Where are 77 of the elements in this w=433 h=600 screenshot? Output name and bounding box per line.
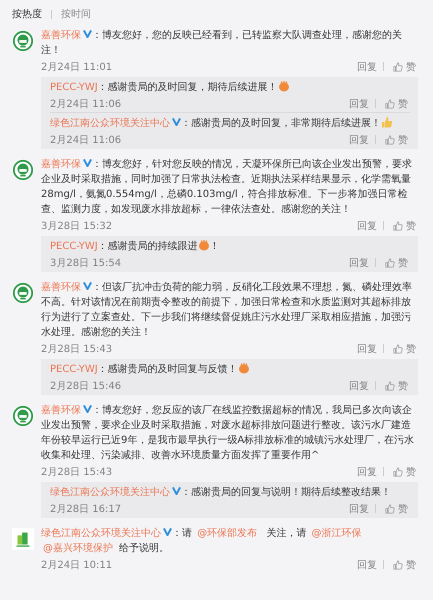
comment-time: 3月28日 15:32 [41,220,112,232]
reply-link[interactable]: 回复 [349,502,369,516]
reply-time: 2月24日 11:06 [50,134,122,146]
reply-link[interactable]: 回复 [357,464,377,478]
reply-link[interactable]: 回复 [349,378,369,392]
thumbs-up-icon[interactable] [393,220,403,230]
like-link[interactable]: 赞 [398,502,408,516]
comment-text: 嘉善环保 ：博友您好，您反应的该厂在线监控数据超标的情况，我局已多次向该企业发出预警，要求企业及时采取措施，对废水超标排放问题进行整改。该污水厂建造年份较早运行已近9年，是我市最早执行一级A标排放标准的城镇污水处理厂，在污水收集和处理、污染减排、改善水环境质量方面发挥了重要作用^ [41,403,416,463]
reply-link[interactable]: 回复 [349,256,369,270]
avatar-icon[interactable] [12,282,34,304]
thumbs-up-icon[interactable] [385,380,395,390]
like-link[interactable]: 赞 [406,558,416,572]
reply-link[interactable]: 回复 [357,558,377,572]
author-link[interactable]: 嘉善环保 [41,159,81,170]
reply-link[interactable]: 回复 [357,342,377,356]
like-link[interactable]: 赞 [398,378,408,392]
author-link[interactable]: 绿色江南公众环境关注中心 [50,487,170,498]
reply-time: 3月28日 15:54 [50,256,122,270]
reply-link[interactable]: 回复 [357,218,377,232]
thumbs-up-icon[interactable] [385,258,395,268]
verified-icon [172,117,181,126]
thumbs-up-icon[interactable] [393,560,403,570]
mention-link[interactable]: @嘉兴环境保护 [43,543,113,554]
verified-icon [163,527,172,536]
avatar-icon[interactable] [12,30,34,52]
reply-link[interactable]: 回复 [349,96,369,110]
verified-icon [83,404,92,413]
reply-text: PECC-YWJ：感谢贵局的及时回复与反馈！ [50,362,410,377]
author-link[interactable]: 绿色江南公众环境关注中心 [41,528,161,539]
thumbs-up-icon[interactable] [393,62,403,72]
avatar-icon[interactable] [12,405,34,427]
mention-link[interactable]: @浙江环保 [312,528,362,539]
comment-time: 2月24日 11:01 [41,60,112,74]
thumbs-up-icon[interactable] [385,98,395,108]
comment-time: 2月28日 15:43 [41,342,112,356]
like-link[interactable]: 赞 [398,256,408,270]
reply-text: 绿色江南公众环境关注中心 ：感谢贵局的及时回复，非常期待后续进展！ [50,116,410,131]
reply-time: 2月28日 16:17 [50,502,122,516]
author-link[interactable]: PECC-YWJ [50,82,98,93]
comment-text: 绿色江南公众环境关注中心 ：请 @环保部发布 关注，请 @浙江环保 @嘉兴环境保护 给予说明。 [41,526,363,556]
reply-text: PECC-YWJ：感谢贵局的持续跟进 ！ [50,239,221,254]
verified-icon [83,281,92,290]
avatar-icon[interactable] [12,528,34,550]
author-link[interactable]: PECC-YWJ [50,364,98,375]
sort-tab[interactable]: 按热度 [12,7,42,21]
comment-text: 嘉善环保 ：博友您好，针对您反映的情况，天凝环保所已向该企业发出预警，要求企业及时采取措施，同时加强了日常执法检查。近期执法采样结果显示，化学需氧量28mg/l，氨氮0.554mg/l，总磷0.103mg/l，符合排放标准。下一步将加强日常检查、监测力度，如发现废水排放超标，一律依法查处。感谢您的关注！ [41,157,413,217]
like-link[interactable]: 赞 [406,464,416,478]
reply-text: PECC-YWJ：感谢贵局的及时回复，期待后续进展！ [50,80,410,95]
like-link[interactable]: 赞 [406,342,416,356]
verified-icon [83,158,92,167]
author-link[interactable]: 嘉善环保 [41,282,81,293]
author-link[interactable]: 嘉善环保 [41,405,81,416]
author-link[interactable]: 嘉善环保 [41,30,81,41]
avatar-icon[interactable] [12,159,34,181]
like-link[interactable]: 赞 [406,218,416,232]
thumbs-up-icon[interactable] [393,344,403,354]
like-link[interactable]: 赞 [398,132,408,146]
thumbs-up-icon[interactable] [385,134,395,144]
comment-time: 2月28日 15:43 [41,466,112,478]
reply-time: 2月24日 11:06 [50,98,122,110]
verified-icon [172,486,181,495]
comment-text: 嘉善环保 ：博友您好，您的反映已经看到，已转监察大队调查处理，感谢您的关注！ [41,28,403,58]
comment-time: 2月24日 10:11 [41,558,112,572]
author-link[interactable]: 绿色江南公众环境关注中心 [50,118,170,129]
reply-link[interactable]: 回复 [357,60,377,74]
like-link[interactable]: 赞 [406,60,416,74]
mention-link[interactable]: @环保部发布 [197,528,258,539]
verified-icon [83,29,92,38]
author-link[interactable]: PECC-YWJ [50,241,98,252]
thumbs-up-icon[interactable] [385,504,395,514]
thumbs-up-icon[interactable] [393,466,403,476]
reply-text: 绿色江南公众环境关注中心 ：感谢贵局的回复与说明！期待后续整改结果！ [50,485,392,500]
reply-link[interactable]: 回复 [349,132,369,146]
comment-text: 嘉善环保 ：但该厂抗冲击负荷的能力弱，反硝化工段效果不理想，氮、磷处理效率不高。针对该情况在前期责令整改的前提下，加强日常检查和水质监测对其超标排放行为进行了立案查处。下一步我们将继续督促姚庄污水处理厂采取相应措施，加强污水处理。感谢您的关注！ [41,280,413,340]
sort-tab[interactable]: 按时间 [61,7,91,21]
reply-time: 2月28日 15:46 [50,380,122,392]
like-link[interactable]: 赞 [398,96,408,110]
